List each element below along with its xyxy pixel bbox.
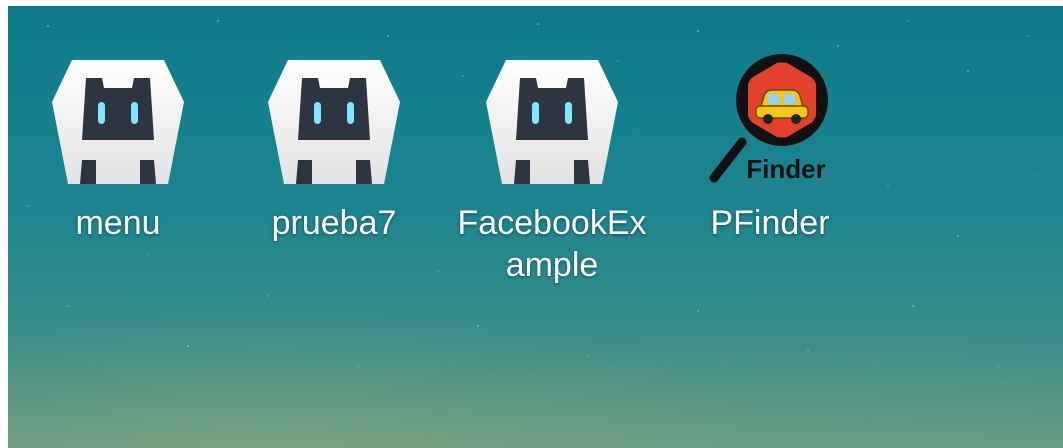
pfinder-badge-text: Finder xyxy=(746,154,825,184)
desktop-icon-facebookexample[interactable]: FacebookEx ample xyxy=(442,50,662,286)
home-screen: menu prueba7 FacebookEx ample Finder PFi… xyxy=(8,6,1063,448)
desktop-icon-prueba7[interactable]: prueba7 xyxy=(224,50,444,244)
desktop-icon-pfinder[interactable]: Finder PFinder xyxy=(660,50,880,244)
cordova-icon xyxy=(486,60,618,184)
desktop-icon-menu[interactable]: menu xyxy=(8,50,228,244)
icon-label: prueba7 xyxy=(271,204,397,242)
icon-label: menu xyxy=(75,204,161,242)
pfinder-magnifier-car-icon: Finder xyxy=(709,54,828,184)
cordova-icon xyxy=(52,60,184,184)
icon-label: PFinder xyxy=(710,204,830,242)
cordova-icon xyxy=(268,60,400,184)
icon-label: FacebookEx ample xyxy=(457,204,647,284)
